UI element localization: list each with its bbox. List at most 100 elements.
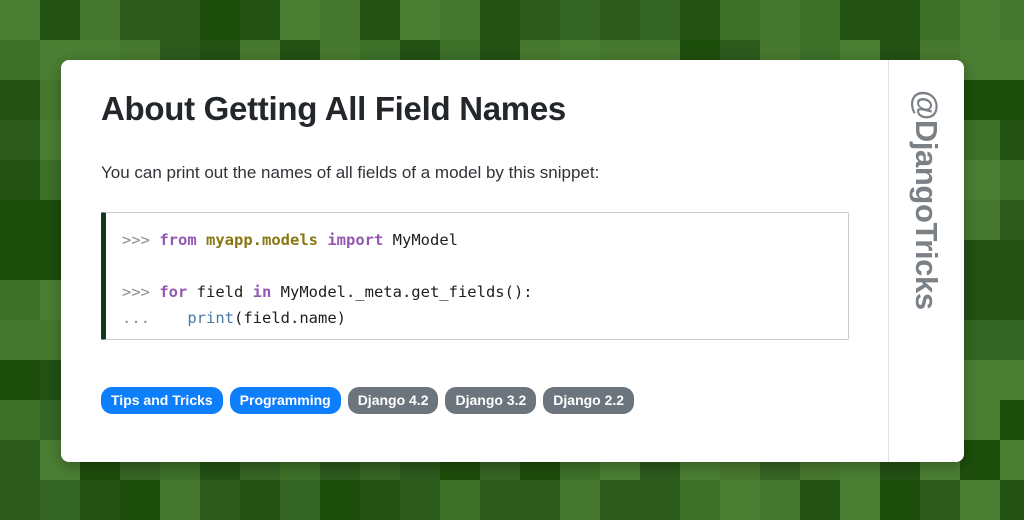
code-token-kw: for (159, 282, 197, 301)
mosaic-cell (960, 160, 1000, 200)
mosaic-cell (960, 440, 1000, 480)
mosaic-cell (0, 400, 40, 440)
mosaic-cell (200, 0, 240, 40)
mosaic-cell (960, 40, 1000, 80)
mosaic-cell (520, 480, 560, 520)
mosaic-cell (480, 480, 520, 520)
mosaic-cell (320, 480, 360, 520)
mosaic-cell (1000, 400, 1024, 440)
code-token-mod: myapp.models (206, 230, 328, 249)
mosaic-cell (0, 80, 40, 120)
mosaic-cell (1000, 240, 1024, 280)
mosaic-cell (240, 480, 280, 520)
mosaic-cell (600, 0, 640, 40)
mosaic-cell (880, 0, 920, 40)
mosaic-cell (800, 0, 840, 40)
mosaic-cell (840, 0, 880, 40)
mosaic-cell (720, 0, 760, 40)
code-token-kw: in (252, 282, 281, 301)
mosaic-cell (1000, 80, 1024, 120)
code-block: >>> from myapp.models import MyModel >>>… (101, 211, 849, 340)
mosaic-cell (720, 480, 760, 520)
mosaic-cell (120, 480, 160, 520)
code-token-kw: from (159, 230, 206, 249)
mosaic-cell (920, 0, 960, 40)
mosaic-cell (160, 0, 200, 40)
mosaic-cell (960, 240, 1000, 280)
mosaic-cell (560, 0, 600, 40)
mosaic-cell (0, 0, 40, 40)
mosaic-cell (920, 480, 960, 520)
article-card: About Getting All Field Names You can pr… (61, 60, 964, 462)
mosaic-cell (600, 480, 640, 520)
code-snippet: >>> from myapp.models import MyModel >>>… (122, 227, 848, 331)
mosaic-cell (960, 120, 1000, 160)
code-token-prompt: >>> (122, 282, 160, 301)
mosaic-cell (80, 0, 120, 40)
mosaic-cell (0, 440, 40, 480)
mosaic-cell (200, 480, 240, 520)
mosaic-cell (1000, 320, 1024, 360)
code-token-fn: print (187, 308, 235, 327)
tag-chip[interactable]: Django 3.2 (445, 386, 537, 414)
code-token-plain: MyModel._meta.get_fields(): (280, 282, 533, 301)
mosaic-cell (960, 0, 1000, 40)
mosaic-cell (400, 0, 440, 40)
tag-chip[interactable]: Django 4.2 (347, 386, 439, 414)
mosaic-cell (1000, 200, 1024, 240)
mosaic-cell (0, 120, 40, 160)
mosaic-cell (240, 0, 280, 40)
mosaic-cell (560, 480, 600, 520)
mosaic-cell (440, 0, 480, 40)
mosaic-cell (1000, 280, 1024, 320)
code-token-prompt: >>> (122, 230, 160, 249)
mosaic-cell (160, 480, 200, 520)
mosaic-cell (320, 0, 360, 40)
intro-paragraph: You can print out the names of all field… (101, 162, 600, 182)
mosaic-cell (960, 200, 1000, 240)
mosaic-cell (280, 0, 320, 40)
mosaic-cell (480, 0, 520, 40)
mosaic-cell (80, 480, 120, 520)
mosaic-cell (840, 480, 880, 520)
mosaic-cell (880, 480, 920, 520)
mosaic-cell (960, 400, 1000, 440)
mosaic-cell (1000, 480, 1024, 520)
mosaic-cell (360, 0, 400, 40)
mosaic-cell (280, 480, 320, 520)
mosaic-cell (0, 40, 40, 80)
code-token-plain: MyModel (392, 230, 458, 249)
site-handle: @DjangoTricks (909, 90, 944, 310)
mosaic-cell (0, 280, 40, 320)
mosaic-cell (680, 480, 720, 520)
tag-chip[interactable]: Programming (229, 386, 341, 414)
mosaic-cell (400, 480, 440, 520)
tag-list: Tips and Tricks Programming Django 4.2 Djan… (101, 386, 848, 414)
mosaic-cell (800, 480, 840, 520)
tag-chip[interactable]: Tips and Tricks (101, 386, 223, 414)
mosaic-cell (960, 480, 1000, 520)
mosaic-cell (1000, 360, 1024, 400)
mosaic-cell (360, 480, 400, 520)
mosaic-cell (960, 280, 1000, 320)
mosaic-cell (960, 360, 1000, 400)
mosaic-cell (680, 0, 720, 40)
page-title: About Getting All Field Names (101, 90, 566, 127)
mosaic-cell (760, 480, 800, 520)
code-token-plain: field (196, 282, 253, 301)
mosaic-cell (960, 320, 1000, 360)
mosaic-cell (0, 480, 40, 520)
mosaic-cell (120, 0, 160, 40)
code-token-plain: (field.name) (234, 308, 346, 327)
mosaic-cell (0, 200, 40, 240)
mosaic-cell (640, 0, 680, 40)
card-aside: @DjangoTricks (888, 60, 964, 462)
mosaic-cell (440, 480, 480, 520)
mosaic-cell (960, 80, 1000, 120)
tag-chip[interactable]: Django 2.2 (543, 386, 635, 414)
code-token-prompt: ... (122, 308, 178, 327)
mosaic-cell (520, 0, 560, 40)
mosaic-cell (40, 0, 80, 40)
card-main-content: About Getting All Field Names You can pr… (61, 60, 888, 462)
